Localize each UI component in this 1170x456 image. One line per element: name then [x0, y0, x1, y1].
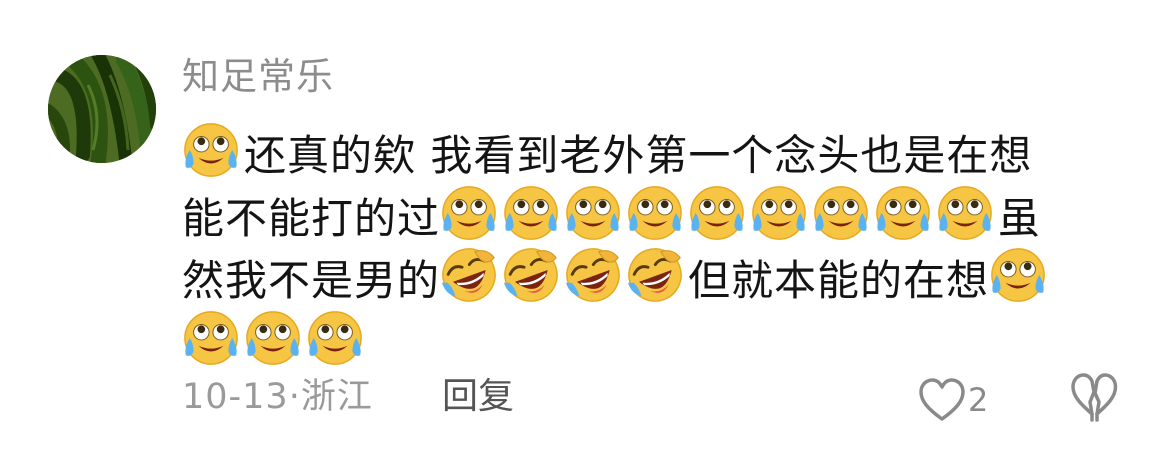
reply-button[interactable]: 回复 — [442, 372, 514, 422]
tears-of-joy-emoji-icon — [440, 184, 498, 242]
comment-text-segment: 但就本能的在想 — [688, 256, 990, 305]
comment-text-segment: 能不能打的过 — [182, 193, 441, 243]
chili-pepper-avatar-image — [48, 55, 156, 163]
tears-of-joy-emoji-icon — [936, 184, 994, 242]
meta-separator: · — [288, 377, 301, 417]
avatar[interactable] — [48, 55, 156, 163]
tears-of-joy-emoji-icon — [874, 184, 932, 242]
comment-line: 然我不是男的 但就本能的在想 — [182, 246, 1102, 309]
comment-text: 还真的欸 我看到老外第一个念头也是在想能不能打的过 虽然我不是男的 但就本能的在想 — [182, 121, 1102, 371]
rolling-laughing-emoji-icon — [626, 246, 684, 304]
like-count: 2 — [968, 381, 989, 419]
comment-line: 还真的欸 我看到老外第一个念头也是在想 — [182, 121, 1102, 184]
heart-outline-icon — [919, 378, 965, 421]
comment-meta: 10-13·浙江 回复 — [182, 372, 514, 428]
tears-of-joy-emoji-icon — [502, 184, 560, 242]
username[interactable]: 知足常乐 — [182, 52, 334, 102]
comment-text-segment: 虽 — [998, 193, 1042, 243]
comment-line: 能不能打的过 虽 — [182, 184, 1102, 247]
tears-of-joy-emoji-icon — [244, 309, 302, 367]
comment-text-segment: 还真的欸 我看到老外第一个念头也是在想 — [244, 131, 1033, 180]
comment-date: 10-13 — [182, 377, 289, 417]
bottom-fade — [900, 430, 1170, 450]
broken-heart-outline-icon — [1071, 373, 1118, 422]
like-button[interactable]: 2 — [918, 372, 988, 428]
tears-of-joy-emoji-icon — [750, 184, 808, 242]
dislike-button[interactable] — [1070, 372, 1126, 428]
rolling-laughing-emoji-icon — [440, 246, 498, 304]
rolling-laughing-emoji-icon — [564, 246, 622, 304]
tears-of-joy-emoji-icon — [182, 121, 240, 179]
tears-of-joy-emoji-icon — [626, 184, 684, 242]
comment-location: 浙江 — [300, 377, 373, 417]
rolling-laughing-emoji-icon — [502, 246, 560, 304]
comment-text-segment: 然我不是男的 — [182, 256, 441, 305]
tears-of-joy-emoji-icon — [306, 309, 364, 367]
tears-of-joy-emoji-icon — [812, 184, 870, 242]
tears-of-joy-emoji-icon — [688, 184, 746, 242]
tears-of-joy-emoji-icon — [182, 309, 240, 367]
tears-of-joy-emoji-icon — [989, 246, 1047, 304]
tears-of-joy-emoji-icon — [564, 184, 622, 242]
comment-line — [182, 309, 1102, 372]
